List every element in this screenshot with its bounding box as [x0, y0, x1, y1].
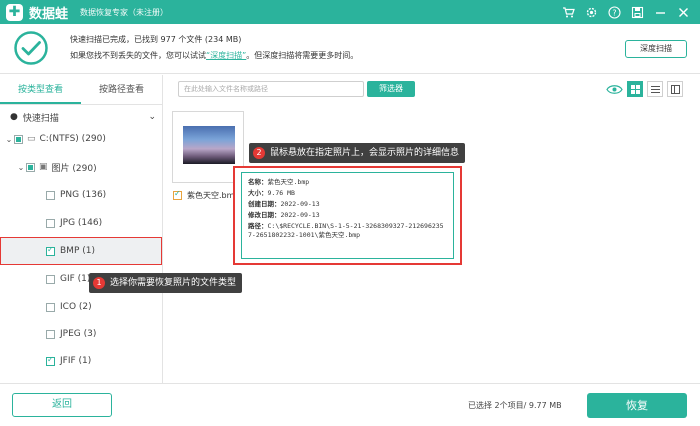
info-size-value: 9.76 MB [267, 189, 295, 197]
deep-scan-hint: 如果您找不到丢失的文件，您可以试试“深度扫描”。但深度扫描将需要更多时间。 [70, 50, 358, 61]
app-name: 数据蛙 [29, 6, 69, 22]
deep-scan-link[interactable]: “深度扫描” [206, 51, 246, 60]
checkbox[interactable] [14, 134, 23, 144]
deep-scan-button[interactable]: 深度扫描 [625, 40, 687, 58]
tree-item-jpeg[interactable]: JPEG (3) [0, 323, 162, 345]
selection-info: 已选择 2个项目/ 9.77 MB [468, 401, 562, 410]
tooltip-callout-1: 1 选择你需要恢复照片的文件类型 [89, 273, 243, 293]
info-size-label: 大小： [248, 189, 268, 197]
tree-item-ico[interactable]: ICO (2) [0, 296, 162, 318]
tooltip-callout-2: 2 鼠标悬放在指定照片上，会显示照片的详细信息 [249, 143, 466, 163]
checkbox[interactable] [46, 218, 55, 228]
checkbox[interactable] [46, 190, 55, 200]
tree-item-png[interactable]: PNG (136) [0, 184, 162, 206]
save-icon[interactable] [631, 6, 644, 19]
info-path-label: 路径： [248, 222, 268, 230]
scan-status-text: 快速扫描已完成，已找到 977 个文件 (234 MB) [70, 35, 242, 44]
expand-arrow-icon[interactable]: ⌄ [4, 135, 14, 144]
checkbox[interactable] [46, 355, 55, 366]
sidebar: 按类型查看 按路径查看 ● 快速扫描 ⌄ ⌄ ▭ C:(NTFS) (290) … [0, 75, 163, 383]
expand-arrow-icon[interactable]: ⌄ [16, 163, 26, 172]
info-modified-row: 修改日期：2022-09-13 [248, 210, 447, 221]
quick-scan-row[interactable]: ● 快速扫描 ⌄ [0, 106, 162, 128]
logo-icon: ✚ [6, 3, 23, 21]
checkbox[interactable] [46, 245, 55, 256]
info-created-value: 2022-09-13 [280, 200, 320, 208]
tree-item-label: BMP (1) [60, 246, 95, 256]
scan-complete-icon [14, 31, 48, 65]
tree-item-jpg[interactable]: JPG (146) [0, 212, 162, 234]
tree-item-bmp[interactable]: BMP (1) [0, 237, 162, 265]
callout-number: 1 [93, 277, 105, 289]
callout-text: 选择你需要恢复照片的文件类型 [110, 278, 237, 288]
hint-prefix: 如果您找不到丢失的文件，您可以试试 [70, 51, 206, 60]
title-bar: ✚ 数据蛙 数据恢复专家（未注册） ? [0, 0, 700, 24]
tree-item-drive-c[interactable]: ⌄ ▭ C:(NTFS) (290) [0, 128, 162, 150]
info-modified-label: 修改日期： [248, 211, 281, 219]
hint-suffix: 。但深度扫描将需要更多时间。 [246, 51, 359, 60]
info-size-row: 大小：9.76 MB [248, 188, 447, 199]
checkbox[interactable] [46, 302, 55, 312]
info-created-row: 创建日期：2022-09-13 [248, 199, 447, 210]
info-modified-value: 2022-09-13 [280, 211, 320, 219]
minimize-icon[interactable] [654, 6, 667, 19]
app-subtitle: 数据恢复专家（未注册） [80, 7, 169, 17]
help-icon[interactable]: ? [608, 5, 621, 19]
svg-text:?: ? [612, 8, 616, 17]
file-info-highlight: 名称：紫色天空.bmp 大小：9.76 MB 创建日期：2022-09-13 修… [233, 166, 462, 265]
info-path-row: 路径：C:\$RECYCLE.BIN\S-1-5-21-3268309327-2… [248, 222, 447, 240]
tab-by-path[interactable]: 按路径查看 [81, 75, 162, 104]
drive-icon: ▭ [27, 134, 36, 144]
thumbnail-image [183, 126, 235, 164]
tree-item-label: ICO (2) [60, 302, 92, 312]
checkbox[interactable] [173, 189, 182, 200]
tree-item-label: 图片 (290) [51, 163, 97, 174]
view-mode-switcher [605, 81, 683, 97]
app-logo: ✚ 数据蛙 数据恢复专家（未注册） [6, 3, 168, 22]
list-view-icon[interactable] [647, 81, 663, 97]
info-path-value: C:\$RECYCLE.BIN\S-1-5-21-3268309327-2126… [248, 222, 444, 239]
scan-status-icon: ● [10, 112, 18, 122]
tree-item-pictures[interactable]: ⌄ ▣ 图片 (290) [0, 156, 162, 178]
image-folder-icon: ▣ [39, 162, 48, 172]
footer-bar: 返回 已选择 2个项目/ 9.77 MB 恢复 [0, 383, 700, 426]
settings-icon[interactable] [585, 6, 598, 19]
quick-scan-label: 快速扫描 [22, 113, 59, 124]
file-info-popup: 名称：紫色天空.bmp 大小：9.76 MB 创建日期：2022-09-13 修… [241, 172, 454, 259]
info-created-label: 创建日期： [248, 200, 281, 208]
window-controls: ? [562, 5, 690, 19]
checkbox[interactable] [26, 162, 35, 172]
scan-status-header: 快速扫描已完成，已找到 977 个文件 (234 MB) 如果您找不到丢失的文件… [0, 24, 700, 74]
view-tabs: 按类型查看 按路径查看 [0, 75, 162, 105]
filter-button[interactable]: 筛选器 [367, 81, 415, 97]
cart-icon[interactable] [562, 6, 575, 19]
close-icon[interactable] [677, 6, 690, 19]
tree-item-label: JPG (146) [60, 218, 103, 228]
info-name-row: 名称：紫色天空.bmp [248, 177, 447, 188]
chevron-down-icon[interactable]: ⌄ [148, 112, 156, 122]
search-input[interactable]: 在此处输入文件名称或路径 [178, 81, 364, 97]
grid-view-icon[interactable] [627, 81, 643, 97]
tree-item-label: C:(NTFS) (290) [39, 134, 106, 144]
recover-button[interactable]: 恢复 [587, 393, 687, 418]
back-button[interactable]: 返回 [12, 393, 112, 417]
main-toolbar: 在此处输入文件名称或路径 筛选器 [165, 75, 700, 103]
file-name: 紫色天空.bmp [187, 191, 240, 200]
checkbox[interactable] [46, 274, 55, 284]
callout-number: 2 [253, 147, 265, 159]
tab-by-type[interactable]: 按类型查看 [0, 75, 81, 104]
tree-item-label: JPEG (3) [60, 329, 97, 339]
preview-eye-icon[interactable] [605, 81, 623, 97]
callout-text: 鼠标悬放在指定照片上，会显示照片的详细信息 [270, 148, 460, 158]
tree-item-jfif[interactable]: JFIF (1) [0, 350, 162, 372]
info-name-label: 名称： [248, 178, 268, 186]
tree-item-label: PNG (136) [60, 190, 107, 200]
checkbox[interactable] [46, 329, 55, 339]
detail-view-icon[interactable] [667, 81, 683, 97]
tree-item-label: JFIF (1) [60, 356, 92, 366]
file-item-label[interactable]: 紫色天空.bmp [173, 189, 240, 201]
tree-item-label: GIF (1) [60, 274, 91, 284]
info-name-value: 紫色天空.bmp [267, 178, 310, 186]
